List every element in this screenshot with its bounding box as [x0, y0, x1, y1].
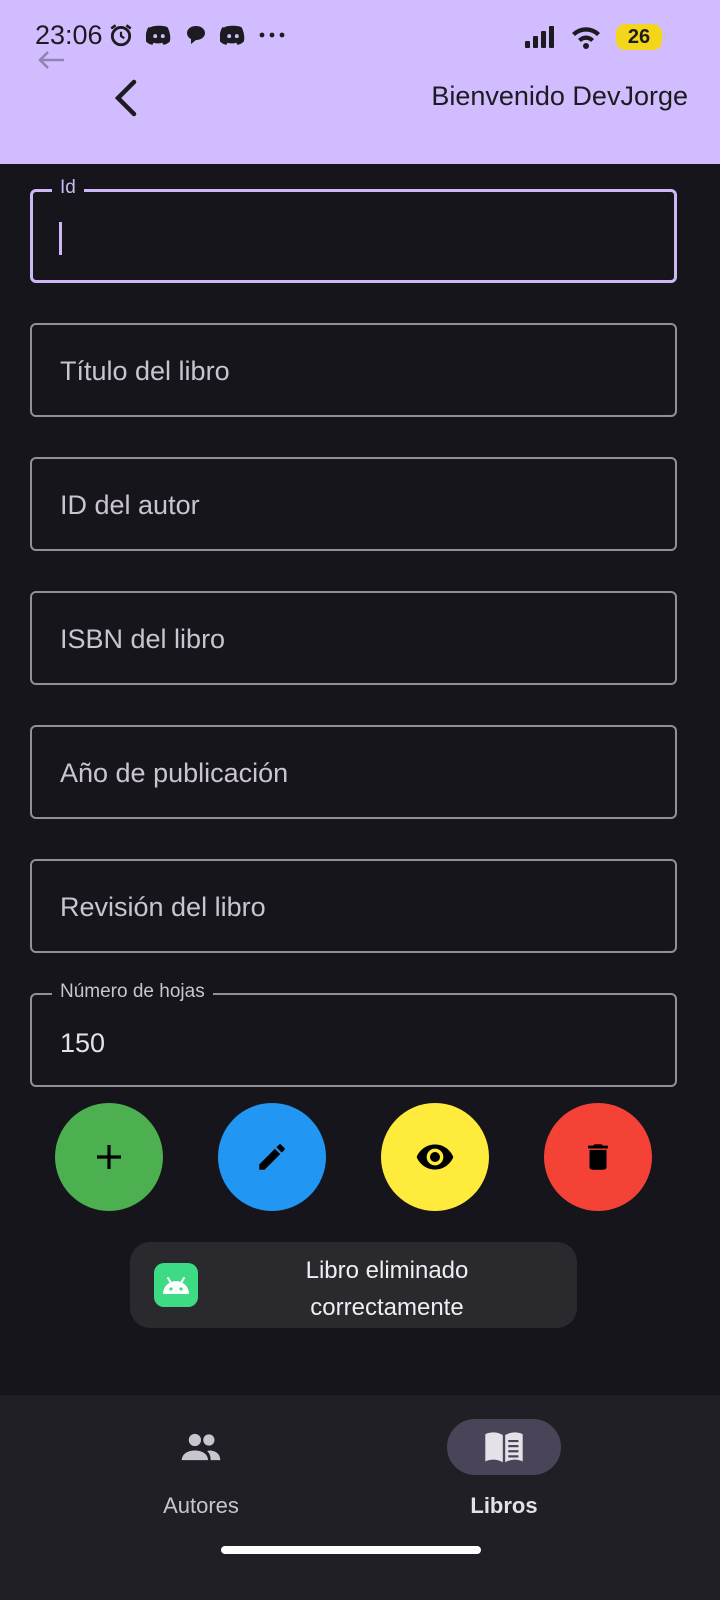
battery-icon: 26	[616, 24, 667, 50]
publication-year-field[interactable]: Año de publicación	[30, 725, 677, 819]
status-bar: 23:06 26	[0, 0, 720, 76]
author-id-placeholder: ID del autor	[60, 490, 200, 520]
welcome-title: Bienvenido DevJorge	[431, 81, 688, 111]
arrow-left-icon	[38, 51, 64, 69]
nav-label-autores: Autores	[163, 1493, 239, 1518]
book-title-field[interactable]: Título del libro	[30, 323, 677, 417]
alarm-icon	[110, 24, 132, 47]
people-icon	[181, 1433, 221, 1461]
app-bar: 23:06 26 Bienvenido DevJorge	[0, 0, 720, 164]
toast-line-2: correctamente	[310, 1294, 464, 1321]
toast-line-1: Libro eliminado	[305, 1257, 469, 1284]
nav-item-libros[interactable]: Libros	[424, 1415, 584, 1525]
add-button[interactable]	[55, 1103, 163, 1211]
isbn-field[interactable]: ISBN del libro	[30, 591, 677, 685]
status-time: 23:06	[35, 20, 103, 50]
author-id-field[interactable]: ID del autor	[30, 457, 677, 551]
book-icon	[485, 1432, 523, 1463]
edit-button[interactable]	[218, 1103, 326, 1211]
back-button[interactable]	[108, 74, 148, 122]
chat-bubble-icon	[187, 26, 205, 44]
notification-icons	[108, 22, 286, 48]
signal-icon	[525, 26, 554, 48]
trash-icon	[588, 1144, 608, 1170]
android-icon	[154, 1263, 198, 1307]
nav-icon-container	[144, 1419, 258, 1475]
chevron-left-icon	[114, 79, 137, 117]
pages-field-label: Número de hojas	[52, 981, 213, 1003]
text-cursor	[59, 222, 62, 255]
bottom-navigation	[0, 1395, 720, 1600]
plus-icon	[97, 1145, 121, 1169]
home-indicator[interactable]	[221, 1546, 481, 1554]
nav-label-libros: Libros	[470, 1493, 538, 1518]
isbn-placeholder: ISBN del libro	[60, 624, 226, 654]
publication-year-placeholder: Año de publicación	[60, 758, 289, 788]
delete-button[interactable]	[544, 1103, 652, 1211]
id-field-label: Id	[52, 177, 84, 199]
eye-icon	[416, 1144, 454, 1170]
revision-field[interactable]: Revisión del libro	[30, 859, 677, 953]
id-field[interactable]: Id	[30, 177, 677, 283]
pencil-icon	[259, 1144, 285, 1170]
nav-icon-container-active	[447, 1419, 561, 1475]
discord-icon	[146, 25, 171, 45]
more-icon	[259, 32, 285, 38]
view-button[interactable]	[381, 1103, 489, 1211]
system-icons: 26	[524, 24, 667, 50]
pages-field-value: 150	[60, 1028, 106, 1058]
wifi-icon	[572, 27, 600, 49]
toast-message: Libro eliminado correctamente	[130, 1242, 577, 1328]
toast-text: Libro eliminado correctamente	[222, 1252, 552, 1326]
pages-field[interactable]: Número de hojas 150	[30, 981, 677, 1087]
revision-placeholder: Revisión del libro	[60, 892, 266, 922]
book-title-placeholder: Título del libro	[60, 356, 230, 386]
battery-level: 26	[627, 25, 651, 48]
discord-icon	[220, 25, 245, 45]
nav-item-autores[interactable]: Autores	[121, 1415, 281, 1525]
